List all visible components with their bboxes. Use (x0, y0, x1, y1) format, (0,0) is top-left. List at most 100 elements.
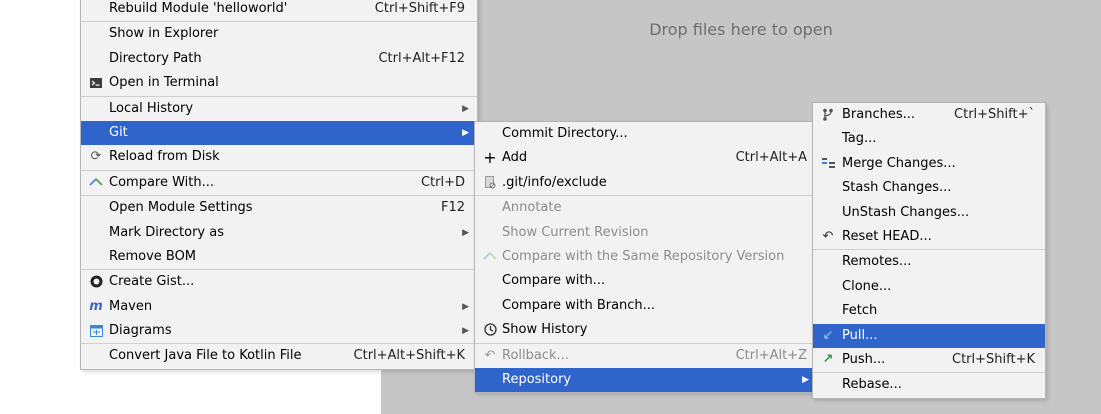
menu-item-maven[interactable]: m Maven ▶ (81, 295, 477, 319)
reload-icon: ⟳ (90, 149, 102, 165)
github-icon (87, 270, 105, 294)
plus-icon: + (483, 148, 497, 168)
menu-item-label: Reload from Disk (109, 149, 220, 165)
menu-item-label: Compare with the Same Repository Version (502, 248, 785, 264)
menu-item-diagrams[interactable]: Diagrams ▶ (81, 319, 477, 343)
git-submenu: Commit Directory... + Add Ctrl+Alt+A .gi… (474, 121, 814, 394)
undo-icon: ↶ (822, 228, 834, 244)
shortcut-label: Ctrl+Alt+Z (735, 347, 807, 363)
menu-item-label: Convert Java File to Kotlin File (109, 348, 302, 364)
menu-item-label: Remove BOM (109, 248, 197, 264)
submenu-arrow-icon: ▶ (462, 127, 469, 138)
menu-item-label: Compare with Branch... (502, 297, 656, 313)
drop-files-hint: Drop files here to open (649, 20, 833, 39)
menu-item-reset-head[interactable]: ↶ Reset HEAD... (813, 225, 1045, 249)
shortcut-label: Ctrl+Shift+F9 (374, 1, 465, 16)
submenu-arrow-icon: ▶ (462, 103, 469, 114)
menu-item-label: Stash Changes... (842, 180, 952, 196)
file-ignore-icon (481, 171, 499, 195)
menu-item-label: Diagrams (109, 323, 172, 339)
compare-icon (87, 171, 105, 195)
menu-item-git[interactable]: Git ▶ (81, 120, 477, 146)
menu-item-label: Open in Terminal (109, 75, 219, 91)
undo-icon: ↶ (484, 347, 496, 363)
menu-item-reload-from-disk[interactable]: ⟳ Reload from Disk (81, 145, 477, 169)
terminal-icon (87, 71, 105, 95)
compare-icon (481, 245, 499, 269)
menu-item-convert-to-kotlin[interactable]: Convert Java File to Kotlin File Ctrl+Al… (81, 343, 477, 368)
repository-submenu: Branches... Ctrl+Shift+` Tag... Merge Ch… (812, 102, 1046, 399)
menu-item-open-in-terminal[interactable]: Open in Terminal (81, 71, 477, 95)
menu-item-label: .git/info/exclude (502, 174, 607, 190)
menu-item-label: Pull... (842, 327, 878, 343)
menu-item-create-gist[interactable]: Create Gist... (81, 269, 477, 294)
menu-item-merge-changes[interactable]: Merge Changes... (813, 152, 1045, 176)
project-context-menu: Rebuild Module 'helloworld' Ctrl+Shift+F… (80, 0, 478, 370)
shortcut-label: F12 (440, 200, 465, 216)
menu-item-compare-with-branch[interactable]: Compare with Branch... (475, 294, 813, 318)
menu-item-label: UnStash Changes... (842, 204, 970, 220)
project-panel-edge (0, 0, 80, 414)
menu-item-label: Mark Directory as (109, 224, 224, 240)
shortcut-label: Ctrl+Shift+K (952, 351, 1035, 367)
clock-icon (481, 318, 499, 342)
menu-item-rebuild-module[interactable]: Rebuild Module 'helloworld' Ctrl+Shift+F… (81, 0, 477, 21)
menu-item-label: Clone... (842, 278, 892, 294)
menu-item-label: Local History (109, 100, 194, 116)
menu-item-label: Open Module Settings (109, 200, 253, 216)
menu-item-label: Show Current Revision (502, 224, 649, 240)
menu-item-remove-bom[interactable]: Remove BOM (81, 245, 477, 269)
menu-item-remotes[interactable]: Remotes... (813, 249, 1045, 274)
menu-item-tag[interactable]: Tag... (813, 127, 1045, 151)
shortcut-label: Ctrl+D (420, 174, 465, 190)
menu-item-stash-changes[interactable]: Stash Changes... (813, 176, 1045, 200)
submenu-arrow-icon: ▶ (462, 301, 469, 312)
menu-item-show-current-revision[interactable]: Show Current Revision (475, 221, 813, 245)
menu-item-branches[interactable]: Branches... Ctrl+Shift+` (813, 103, 1045, 127)
menu-item-git-info-exclude[interactable]: .git/info/exclude (475, 171, 813, 195)
menu-item-label: Maven (109, 298, 153, 314)
menu-item-open-module-settings[interactable]: Open Module Settings F12 (81, 195, 477, 220)
menu-item-label: Directory Path (109, 50, 202, 66)
menu-item-add[interactable]: + Add Ctrl+Alt+A (475, 146, 813, 170)
menu-item-label: Commit Directory... (502, 126, 628, 141)
shortcut-label: Ctrl+Alt+A (735, 150, 807, 166)
merge-icon (819, 152, 837, 176)
menu-item-compare-with[interactable]: Compare With... Ctrl+D (81, 169, 477, 195)
menu-item-label: Compare with... (502, 273, 606, 289)
menu-item-show-in-explorer[interactable]: Show in Explorer (81, 21, 477, 46)
menu-item-local-history[interactable]: Local History ▶ (81, 95, 477, 121)
menu-item-label: Rebuild Module 'helloworld' (109, 1, 288, 16)
menu-item-label: Compare With... (109, 174, 215, 190)
menu-item-compare-same-repository[interactable]: Compare with the Same Repository Version (475, 245, 813, 269)
pull-arrow-icon: ↙ (822, 327, 834, 343)
menu-item-pull[interactable]: ↙ Pull... (813, 323, 1045, 348)
menu-item-label: Fetch (842, 303, 878, 319)
menu-item-unstash-changes[interactable]: UnStash Changes... (813, 201, 1045, 225)
shortcut-label: Ctrl+Alt+Shift+K (353, 348, 465, 364)
menu-item-rebase[interactable]: Rebase... (813, 372, 1045, 397)
menu-item-label: Show History (502, 322, 588, 338)
submenu-arrow-icon: ▶ (802, 374, 809, 385)
menu-item-label: Annotate (502, 200, 562, 216)
menu-item-compare-with[interactable]: Compare with... (475, 269, 813, 293)
menu-item-label: Branches... (842, 107, 916, 122)
menu-item-mark-directory-as[interactable]: Mark Directory as ▶ (81, 221, 477, 245)
menu-item-directory-path[interactable]: Directory Path Ctrl+Alt+F12 (81, 47, 477, 71)
menu-item-label: Rebase... (842, 377, 902, 393)
diagram-icon (87, 319, 105, 343)
push-arrow-icon: ↗ (822, 351, 834, 367)
menu-item-annotate[interactable]: Annotate (475, 195, 813, 220)
menu-item-show-history[interactable]: Show History (475, 318, 813, 342)
menu-item-clone[interactable]: Clone... (813, 275, 1045, 299)
submenu-arrow-icon: ▶ (462, 326, 469, 337)
maven-icon: m (89, 298, 103, 314)
menu-item-repository[interactable]: Repository ▶ (475, 367, 813, 393)
menu-item-label: Create Gist... (109, 274, 195, 290)
menu-item-label: Reset HEAD... (842, 228, 932, 244)
menu-item-commit-directory[interactable]: Commit Directory... (475, 122, 813, 146)
menu-item-rollback[interactable]: ↶ Rollback... Ctrl+Alt+Z (475, 342, 813, 368)
menu-item-push[interactable]: ↗ Push... Ctrl+Shift+K (813, 348, 1045, 372)
menu-item-label: Add (502, 150, 528, 166)
menu-item-fetch[interactable]: Fetch (813, 299, 1045, 323)
